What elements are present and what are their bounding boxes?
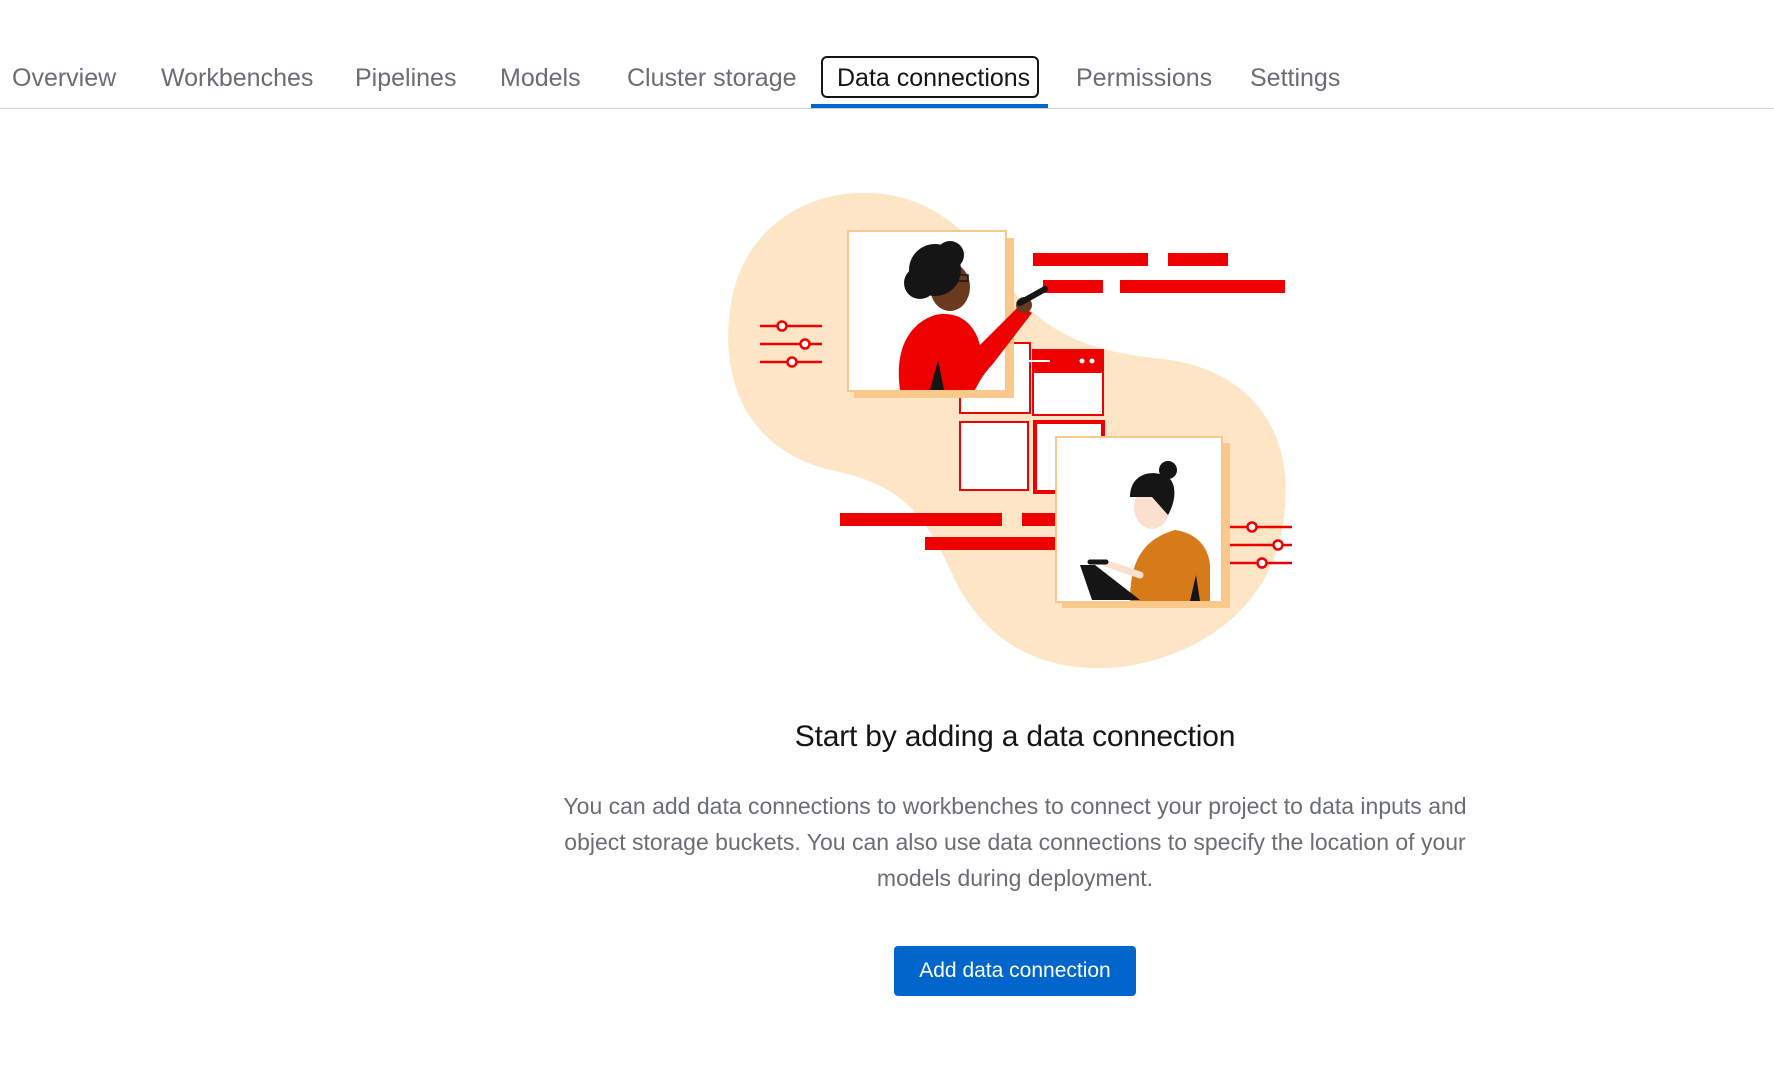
tab-bar: Overview Workbenches Pipelines Models Cl… [0, 0, 1774, 109]
add-data-connection-button[interactable]: Add data connection [894, 946, 1136, 996]
tab-models[interactable]: Models [500, 54, 581, 102]
empty-state-illustration [720, 185, 1320, 675]
tab-pipelines[interactable]: Pipelines [355, 54, 456, 102]
empty-state-description: You can add data connections to workbenc… [563, 793, 1467, 891]
tab-cluster-storage[interactable]: Cluster storage [627, 54, 797, 102]
tab-data-connections[interactable]: Data connections [837, 54, 1030, 102]
active-tab-indicator [811, 104, 1048, 108]
empty-state-title: Start by adding a data connection [794, 720, 1236, 753]
tab-settings[interactable]: Settings [1250, 54, 1340, 102]
tab-permissions[interactable]: Permissions [1076, 54, 1212, 102]
tab-overview[interactable]: Overview [12, 54, 116, 102]
tab-workbenches[interactable]: Workbenches [161, 54, 313, 102]
top-red-bars [1033, 253, 1285, 293]
bottom-person-frame [1055, 436, 1230, 608]
